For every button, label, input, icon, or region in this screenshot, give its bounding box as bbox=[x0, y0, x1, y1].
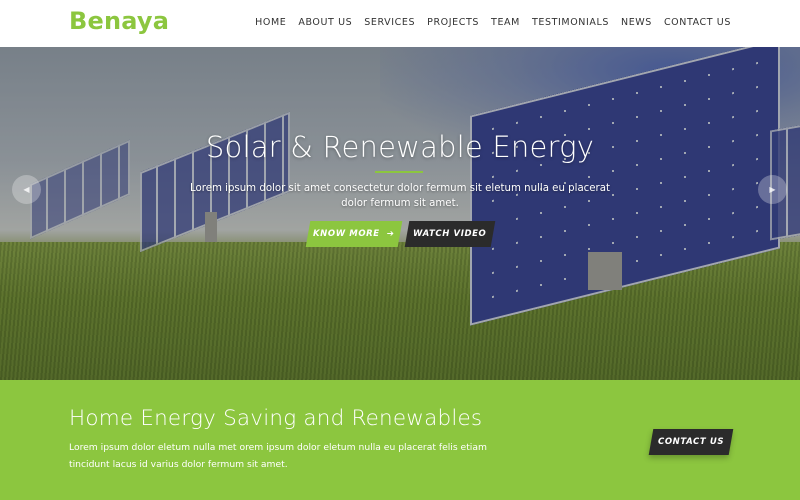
nav-team[interactable]: TEAM bbox=[491, 17, 520, 28]
nav-services[interactable]: SERVICES bbox=[364, 17, 415, 28]
nav-home[interactable]: HOME bbox=[255, 17, 286, 28]
hero-description: Lorem ipsum dolor sit amet consectetur d… bbox=[190, 183, 610, 209]
nav-about-us[interactable]: ABOUT US bbox=[298, 17, 352, 28]
slider-next-button[interactable]: ▶ bbox=[758, 175, 787, 204]
nav-news[interactable]: NEWS bbox=[621, 17, 652, 28]
cta-description: Lorem ipsum dolor eletum nulla met orem … bbox=[69, 442, 487, 470]
site-header: Benaya HOME ABOUT US SERVICES PROJECTS T… bbox=[0, 0, 800, 47]
arrow-right-icon: ➔ bbox=[386, 229, 395, 239]
hero-divider bbox=[375, 171, 423, 173]
chevron-left-icon: ◀ bbox=[23, 185, 30, 194]
nav-contact-us[interactable]: CONTACT US bbox=[664, 17, 731, 28]
know-more-button[interactable]: KNOW MORE ➔ bbox=[305, 221, 403, 247]
contact-us-label: CONTACT US bbox=[657, 437, 725, 447]
main-nav: HOME ABOUT US SERVICES PROJECTS TEAM TES… bbox=[255, 17, 731, 28]
chevron-right-icon: ▶ bbox=[769, 185, 776, 194]
nav-projects[interactable]: PROJECTS bbox=[427, 17, 479, 28]
cta-title: Home Energy Saving and Renewables bbox=[69, 406, 483, 431]
cta-band: Home Energy Saving and Renewables Lorem … bbox=[0, 380, 800, 500]
hero-slider: Solar & Renewable Energy Lorem ipsum dol… bbox=[0, 47, 800, 380]
know-more-label: KNOW MORE bbox=[313, 229, 380, 239]
watch-video-button[interactable]: WATCH VIDEO bbox=[404, 221, 496, 247]
contact-us-button[interactable]: CONTACT US bbox=[648, 429, 734, 455]
watch-video-label: WATCH VIDEO bbox=[413, 229, 487, 239]
hero-title: Solar & Renewable Energy bbox=[205, 130, 595, 164]
hero-overlay bbox=[0, 47, 800, 380]
nav-testimonials[interactable]: TESTIMONIALS bbox=[532, 17, 609, 28]
logo[interactable]: Benaya bbox=[69, 7, 169, 35]
slider-prev-button[interactable]: ◀ bbox=[12, 175, 41, 204]
